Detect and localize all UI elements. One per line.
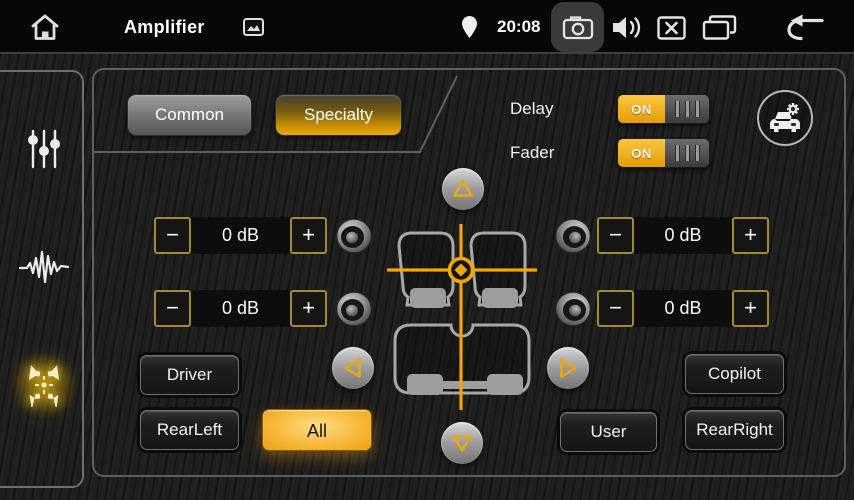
gallery-icon[interactable] [243,18,264,36]
front-right-minus-button[interactable]: − [597,217,634,254]
equalizer-sliders-icon [24,127,64,171]
delay-label: Delay [510,95,553,123]
arrow-down-icon [441,422,483,464]
amplifier-panel: Common Specialty Delay ON Fader ON [92,68,846,477]
volume-icon[interactable] [611,14,642,41]
front-left-plus-button[interactable]: + [290,217,327,254]
front-left-seat-base [410,288,446,308]
tab-specialty[interactable]: Specialty [275,94,402,136]
front-right-gain: − 0 dB + [597,217,769,254]
seat-map[interactable] [387,222,537,412]
front-left-gain: − 0 dB + [154,217,327,254]
fader-toggle-grip [665,139,709,167]
move-right-button[interactable] [547,347,589,389]
move-left-button[interactable] [332,347,374,389]
delay-toggle[interactable]: ON [617,94,710,124]
preset-user-button[interactable]: User [560,412,657,452]
sidebar-item-sound-effect[interactable] [19,246,69,288]
preset-copilot-button[interactable]: Copilot [685,354,784,394]
location-pin-icon [461,15,478,39]
camera-icon [562,14,594,40]
back-icon[interactable] [785,14,825,41]
sidebar-item-speaker-balance[interactable] [21,361,67,409]
rear-right-gain: − 0 dB + [597,290,769,327]
rear-left-gain: − 0 dB + [154,290,327,327]
speaker-balance-icon [22,363,66,407]
rear-left-minus-button[interactable]: − [154,290,191,327]
rear-left-value: 0 dB [191,290,290,327]
move-up-button[interactable] [442,168,484,210]
home-icon[interactable] [28,12,62,42]
preset-rearright-button[interactable]: RearRight [685,410,784,450]
arrow-right-icon [547,347,589,389]
rear-right-value: 0 dB [634,290,732,327]
camera-button[interactable] [551,2,604,52]
fader-toggle[interactable]: ON [617,138,710,168]
front-left-speaker-icon [334,216,374,256]
arrow-left-icon [332,347,374,389]
front-right-seat-base [482,288,518,308]
page-title: Amplifier [124,1,205,53]
rear-right-speaker-icon [553,289,593,329]
clock: 20:08 [497,1,540,53]
fader-toggle-on: ON [618,139,665,167]
delay-toggle-on: ON [618,95,665,123]
rear-right-minus-button[interactable]: − [597,290,634,327]
waveform-icon [19,247,69,287]
move-down-button[interactable] [441,422,483,464]
front-right-plus-button[interactable]: + [732,217,769,254]
car-settings-icon [767,101,803,135]
front-right-speaker-icon [553,216,593,256]
tab-common[interactable]: Common [127,94,252,136]
amplifier-screen: Amplifier 20:08 [0,0,854,500]
sidebar-item-equalizer[interactable] [22,126,66,172]
preset-rearleft-button[interactable]: RearLeft [140,410,239,450]
close-window-icon[interactable] [657,16,686,40]
front-left-value: 0 dB [191,217,290,254]
preset-driver-button[interactable]: Driver [140,355,239,395]
fader-label: Fader [510,139,554,167]
arrow-up-icon [442,168,484,210]
preset-all-button[interactable]: All [262,409,372,451]
front-left-minus-button[interactable]: − [154,217,191,254]
car-settings-button[interactable] [757,90,813,146]
front-right-value: 0 dB [634,217,732,254]
recent-apps-icon[interactable] [702,15,738,40]
status-bar: Amplifier 20:08 [0,0,854,54]
rear-left-plus-button[interactable]: + [290,290,327,327]
delay-toggle-grip [665,95,709,123]
rear-left-speaker-icon [334,289,374,329]
rear-right-plus-button[interactable]: + [732,290,769,327]
